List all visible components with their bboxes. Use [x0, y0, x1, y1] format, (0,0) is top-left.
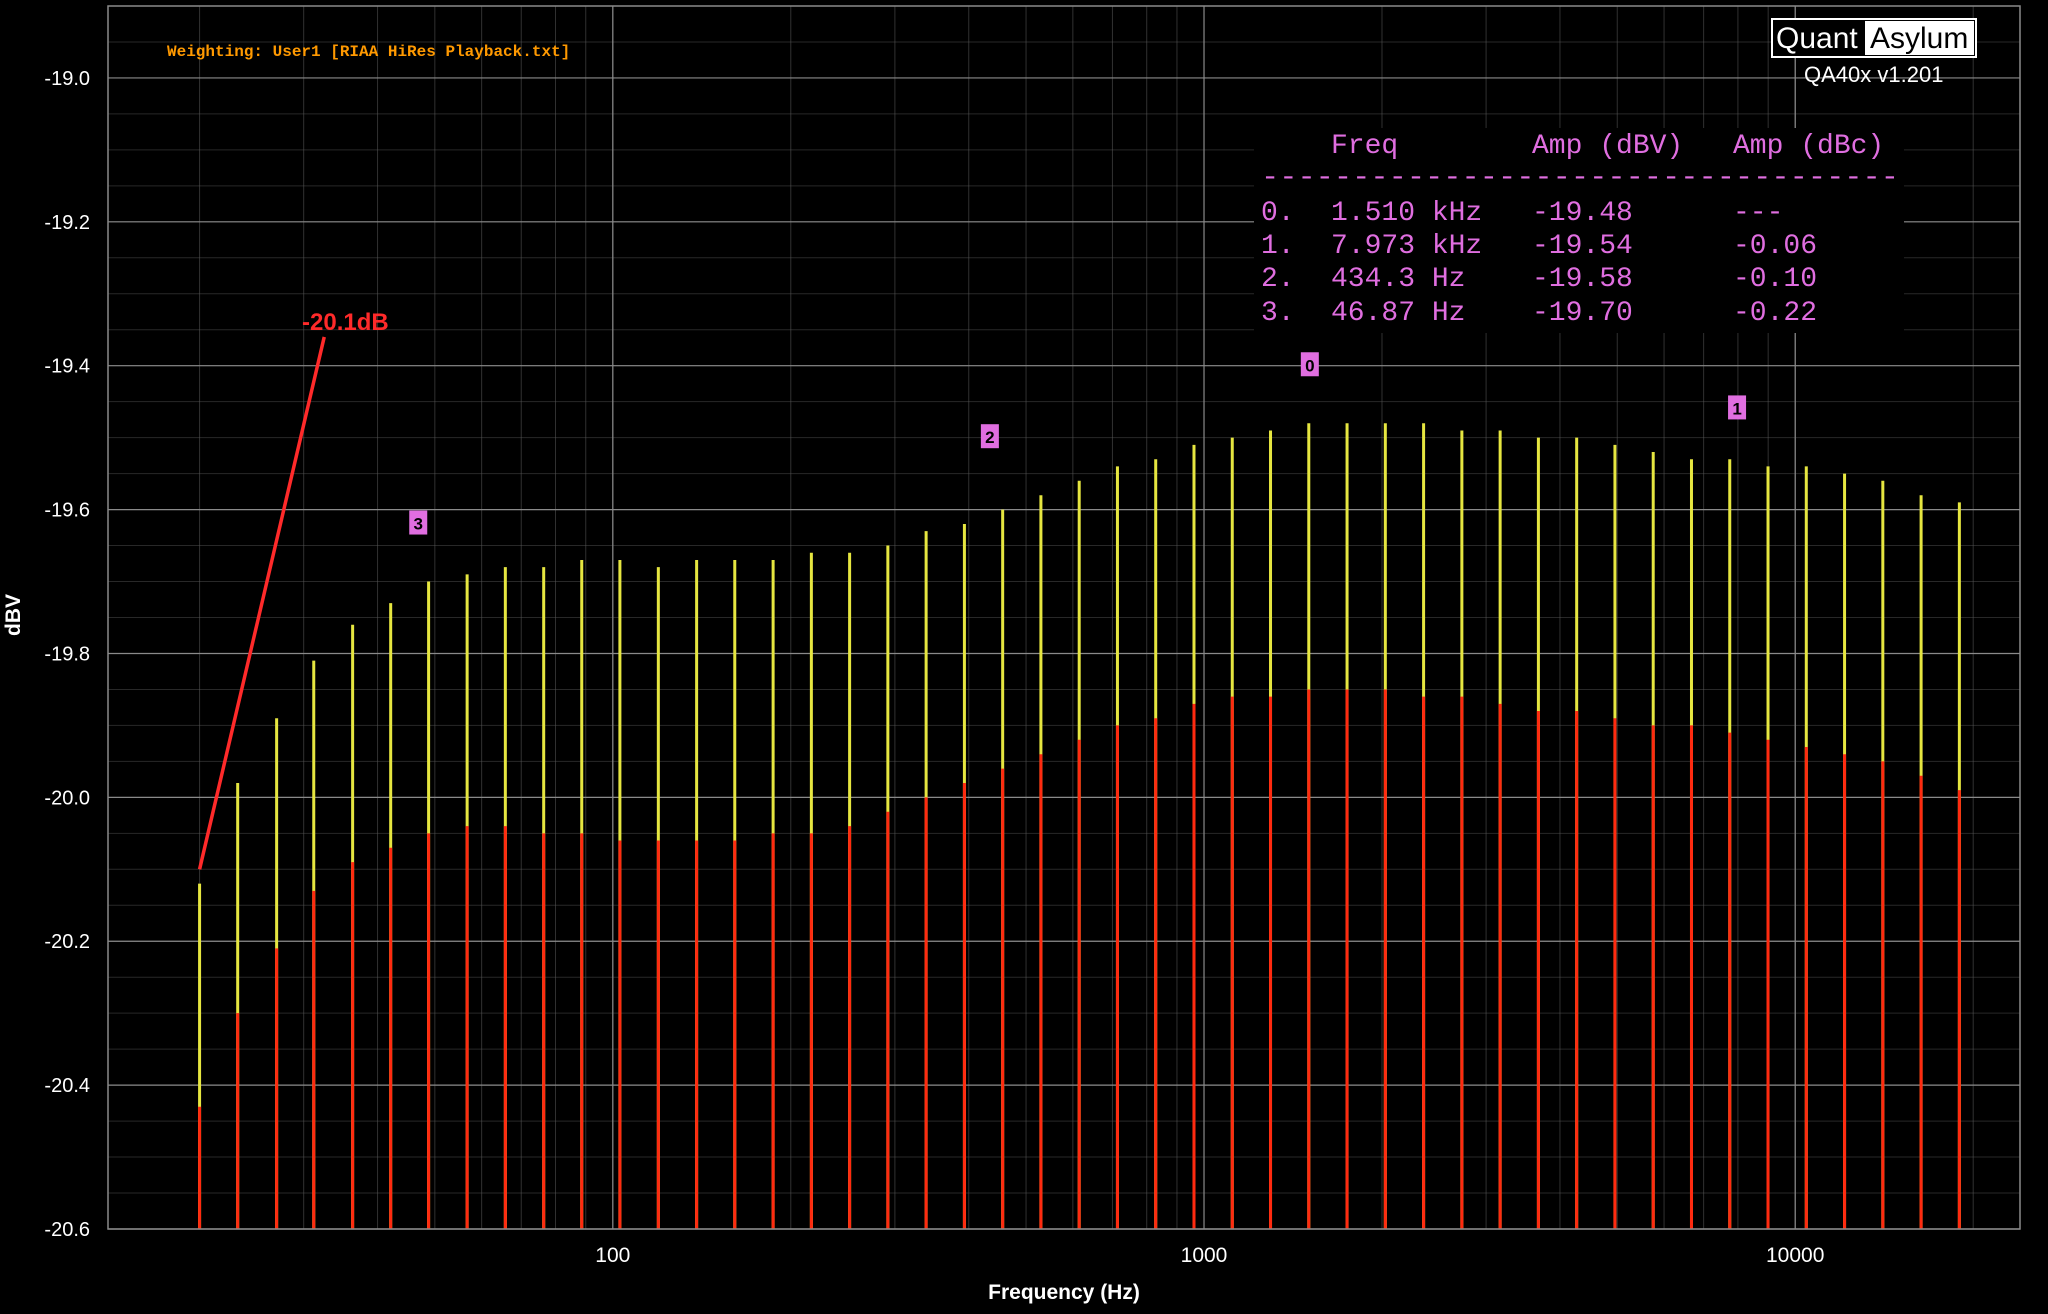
table-row-amp-dbv: -19.48 [1532, 198, 1633, 229]
x-tick-label: 1000 [1181, 1244, 1228, 1267]
y-tick-label: -20.4 [44, 1075, 90, 1097]
quantasylum-logo: Quant Asylum [1771, 18, 1977, 58]
annotation-text: -20.1dB [302, 309, 389, 336]
table-row-amp-dbv: -19.70 [1532, 298, 1633, 329]
logo-asylum-text: Asylum [1870, 22, 1968, 55]
y-axis-label: dBV [2, 594, 25, 636]
logo-quant-text: Quant [1776, 22, 1858, 55]
table-header-amp-dbc: Amp (dBc) [1733, 131, 1884, 162]
x-tick-label: 10000 [1766, 1244, 1824, 1267]
table-header-freq: Freq [1331, 131, 1398, 162]
y-tick-label: -20.6 [44, 1219, 90, 1241]
marker-label: 2 [985, 428, 994, 447]
marker-label: 3 [414, 515, 423, 534]
y-tick-label: -20.0 [44, 787, 90, 809]
table-row-freq: 434.3 Hz [1331, 264, 1465, 295]
table-row-index: 2. [1261, 264, 1295, 295]
y-tick-label: -19.6 [44, 500, 90, 522]
x-tick-label: 100 [595, 1244, 630, 1267]
table-row-index: 3. [1261, 298, 1295, 329]
table-row-index: 1. [1261, 231, 1295, 262]
y-tick-label: -20.2 [44, 931, 90, 953]
table-row-amp-dbc: -0.06 [1733, 231, 1817, 262]
marker-label: 0 [1305, 356, 1314, 375]
frequency-response-chart: -19.0 -19.2 -19.4 -19.6 -19.8 -20.0 -20.2 -20.4… [0, 0, 2048, 1314]
y-tick-label: -19.8 [44, 643, 90, 665]
marker-table: Freq Amp (dBV) Amp (dBc) ---------------… [1254, 128, 1904, 333]
table-row-index: 0. [1261, 198, 1295, 229]
y-tick-label: -19.0 [44, 68, 90, 90]
table-header-amp-dbv: Amp (dBV) [1532, 131, 1683, 162]
table-row-amp-dbc: --- [1733, 198, 1783, 229]
table-row-freq: 46.87 Hz [1331, 298, 1465, 329]
peak-marker: 0 [1300, 352, 1319, 377]
table-row-amp-dbc: -0.22 [1733, 298, 1817, 329]
table-row-amp-dbv: -19.54 [1532, 231, 1633, 262]
weighting-label: Weighting: User1 [RIAA HiRes Playback.tx… [167, 43, 570, 61]
table-row-amp-dbc: -0.10 [1733, 264, 1817, 295]
y-tick-label: -19.4 [44, 356, 90, 378]
peak-marker: 3 [409, 510, 428, 535]
y-tick-label: -19.2 [44, 212, 90, 234]
version-label: QA40x v1.201 [1804, 62, 1943, 87]
table-row-freq: 7.973 kHz [1331, 231, 1482, 262]
table-divider: ----------------------------------- [1261, 163, 1899, 194]
marker-label: 1 [1732, 399, 1741, 418]
table-row-freq: 1.510 kHz [1331, 198, 1482, 229]
table-row-amp-dbv: -19.58 [1532, 264, 1633, 295]
peak-marker: 1 [1728, 395, 1747, 420]
peak-marker: 2 [980, 424, 999, 449]
x-axis-label: Frequency (Hz) [988, 1281, 1140, 1304]
